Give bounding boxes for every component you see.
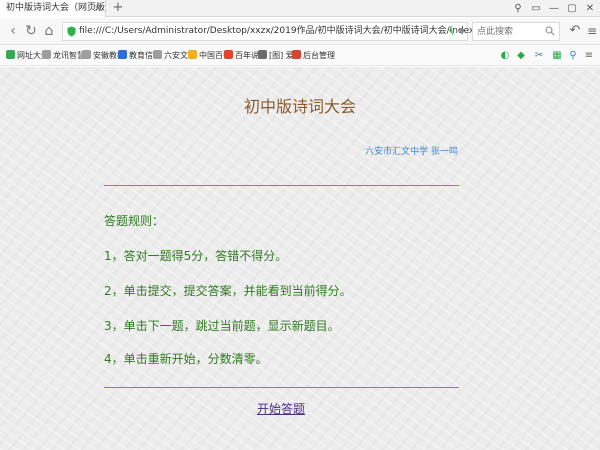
- back-icon[interactable]: ‹: [4, 22, 22, 40]
- bookmark-item[interactable]: 后台管理: [292, 46, 335, 66]
- chevron-down-icon[interactable]: ▼: [459, 23, 465, 40]
- rule-item: 1，答对一题得5分，答错不得分。: [104, 249, 288, 263]
- search-box[interactable]: [472, 22, 560, 41]
- navigation-bar: ‹ ↻ ⌂ file:///C:/Users/Administrator/Des…: [0, 18, 600, 45]
- minimize-icon[interactable]: —: [546, 0, 562, 17]
- maximize-icon[interactable]: ▢: [564, 0, 580, 17]
- bookmark-item[interactable]: 百年说: [224, 46, 259, 66]
- bookmark-icon: [292, 50, 301, 59]
- search-input[interactable]: [477, 24, 543, 39]
- shirt-icon[interactable]: ⚲: [510, 0, 526, 17]
- bookmark-icon: [153, 50, 162, 59]
- extension-icon[interactable]: ◆: [514, 49, 528, 63]
- bookmark-icon: [118, 50, 127, 59]
- bookmark-icon: [188, 50, 197, 59]
- bottom-divider: [104, 387, 459, 388]
- rule-item: 4，单击重新开始，分数清零。: [104, 352, 268, 366]
- reload-icon[interactable]: ↻: [22, 22, 40, 40]
- rule-item: 3，单击下一题，跳过当前题，显示新题目。: [104, 319, 340, 333]
- security-shield-icon[interactable]: ◐: [498, 49, 512, 63]
- more-menu-icon[interactable]: ≡: [582, 49, 596, 63]
- rule-item: 2，单击提交，提交答案，并能看到当前得分。: [104, 284, 352, 298]
- tab-active[interactable]: 初中版诗词大会（网页版） ×: [0, 0, 106, 17]
- bookmark-icon: [82, 50, 91, 59]
- tab-title: 初中版诗词大会（网页版）: [6, 3, 106, 13]
- window-skin-icon[interactable]: ▭: [528, 0, 544, 17]
- rules-heading: 答题规则：: [104, 214, 165, 228]
- url-text[interactable]: file:///C:/Users/Administrator/Desktop/x…: [79, 23, 498, 40]
- start-quiz-link[interactable]: 开始答题: [0, 400, 562, 417]
- bookmark-icon: [6, 50, 15, 59]
- menu-icon[interactable]: ≡: [585, 22, 599, 40]
- magnifier-icon[interactable]: ⚲: [566, 49, 580, 63]
- page-content: 初中版诗词大会 六安市汇文中学 张一鸣 答题规则： 1，答对一题得5分，答错不得…: [0, 67, 600, 450]
- author-credit: 六安市汇文中学 张一鸣: [365, 147, 458, 157]
- address-bar[interactable]: file:///C:/Users/Administrator/Desktop/x…: [62, 22, 498, 41]
- apps-grid-icon[interactable]: ▦: [550, 49, 564, 63]
- home-icon[interactable]: ⌂: [40, 22, 58, 40]
- new-tab-icon[interactable]: +: [110, 0, 126, 17]
- bookmark-icon: [42, 50, 51, 59]
- shield-icon: [67, 26, 76, 37]
- tab-close-icon[interactable]: ×: [92, 0, 104, 17]
- page-title: 初中版诗词大会: [243, 97, 356, 116]
- tab-bar: 初中版诗词大会（网页版） × + ⚲ ▭ — ▢ ✕: [0, 0, 600, 17]
- screenshot-scissors-icon[interactable]: ✂: [532, 49, 546, 63]
- undo-icon[interactable]: ↶: [566, 22, 584, 40]
- bookmark-item[interactable]: 龙讯智慧: [42, 46, 85, 66]
- lightning-icon[interactable]: ϟ: [448, 24, 455, 40]
- bookmark-icon: [224, 50, 233, 59]
- bookmark-item[interactable]: [图] 爱: [258, 46, 294, 66]
- search-icon[interactable]: [545, 26, 555, 36]
- top-divider: [104, 185, 459, 186]
- close-window-icon[interactable]: ✕: [582, 0, 598, 17]
- bookmark-icon: [258, 50, 267, 59]
- bookmarks-bar: 网址大全 龙讯智慧 安徽教教 教育信息 六安文明 中国百每 百年说 [图] 爱 …: [0, 46, 600, 66]
